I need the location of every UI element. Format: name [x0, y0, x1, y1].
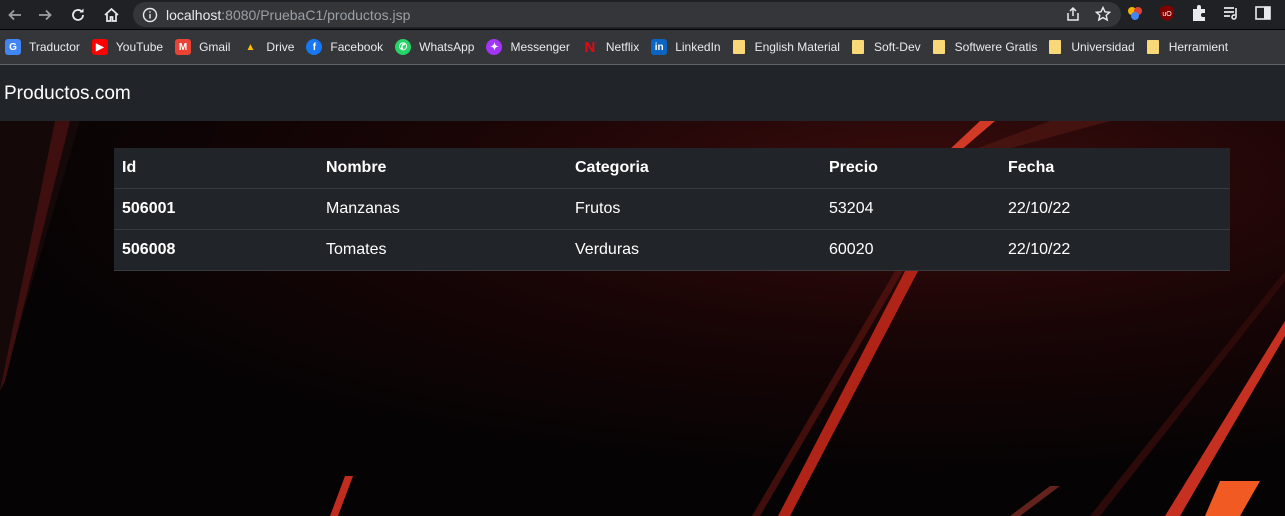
table-row: 506001 Manzanas Frutos 53204 22/10/22: [114, 188, 1230, 230]
bookmark-label: Herramient: [1168, 40, 1229, 54]
header-fecha: Fecha: [1000, 148, 1230, 189]
bookmark-youtube[interactable]: ▶ YouTube: [87, 35, 170, 59]
bookmark-label: Messenger: [510, 40, 570, 54]
url-text[interactable]: localhost:8080/PruebaC1/productos.jsp: [166, 7, 410, 23]
header-precio: Precio: [821, 148, 1000, 189]
gmail-icon: M: [175, 39, 192, 55]
google-translate-icon: G: [5, 39, 21, 55]
browser-toolbar: localhost:8080/PruebaC1/productos.jsp uO: [0, 0, 1285, 29]
colorful-extension-icon[interactable]: [1126, 4, 1144, 22]
cell-categoria: Verduras: [567, 229, 821, 271]
bookmark-label: English Material: [754, 40, 840, 54]
folder-icon: [1049, 40, 1062, 54]
bookmark-gmail[interactable]: M Gmail: [170, 35, 237, 59]
arrow-right-icon: [39, 9, 52, 20]
cell-nombre: Tomates: [318, 229, 567, 271]
back-button[interactable]: [0, 0, 30, 29]
ublock-icon[interactable]: uO: [1158, 4, 1176, 22]
bookmark-herramient[interactable]: Herramient: [1142, 35, 1235, 59]
info-icon[interactable]: [142, 7, 158, 23]
bookmark-traductor[interactable]: G Traductor: [0, 35, 87, 59]
bookmark-label: Universidad: [1071, 40, 1135, 54]
bookmark-messenger[interactable]: ✦ Messenger: [481, 35, 576, 59]
bookmark-universidad[interactable]: Universidad: [1044, 35, 1141, 59]
youtube-icon: ▶: [91, 39, 108, 55]
table-header-row: Id Nombre Categoria Precio Fecha: [114, 148, 1230, 189]
cell-categoria: Frutos: [567, 188, 821, 230]
puzzle-icon[interactable]: [1190, 4, 1208, 22]
star-icon[interactable]: [1095, 6, 1111, 22]
bookmark-label: Netflix: [605, 40, 640, 54]
side-panel-icon[interactable]: [1254, 4, 1272, 22]
extensions-area: uO: [1126, 4, 1272, 22]
cell-nombre: Manzanas: [318, 188, 567, 230]
whatsapp-icon: ✆: [395, 39, 412, 55]
bookmark-label: Soft-Dev: [873, 40, 921, 54]
header-id: Id: [114, 148, 318, 189]
bookmarks-bar: G Traductor ▶ YouTube M Gmail ▲ Drive f Facebook ✆…: [0, 30, 1285, 65]
cell-fecha: 22/10/22: [1000, 229, 1230, 271]
header-categoria: Categoria: [567, 148, 821, 189]
bookmark-drive[interactable]: ▲ Drive: [237, 35, 301, 59]
url-host: localhost: [166, 6, 222, 23]
reading-list-icon[interactable]: [1222, 4, 1240, 22]
table-row: 506008 Tomates Verduras 60020 22/10/22: [114, 229, 1230, 271]
messenger-icon: ✦: [486, 39, 503, 55]
linkedin-icon: in: [651, 39, 668, 55]
bookmark-soft-dev[interactable]: Soft-Dev: [847, 35, 928, 59]
bookmark-label: Gmail: [199, 40, 231, 54]
bookmark-label: LinkedIn: [675, 40, 721, 54]
bookmark-label: Traductor: [29, 40, 80, 54]
folder-icon: [732, 40, 745, 54]
svg-text:uO: uO: [1162, 11, 1172, 18]
facebook-icon: f: [306, 39, 323, 55]
navbar: Productos.com: [0, 65, 1285, 121]
navbar-brand[interactable]: Productos.com: [4, 83, 131, 105]
cell-precio: 60020: [821, 229, 1000, 271]
bookmark-label: Facebook: [330, 40, 384, 54]
bookmark-label: WhatsApp: [419, 40, 475, 54]
url-path: :8080/PruebaC1/productos.jsp: [221, 6, 411, 23]
folder-icon: [851, 40, 864, 54]
bookmark-whatsapp[interactable]: ✆ WhatsApp: [390, 35, 481, 59]
omnibox-actions: [1065, 6, 1111, 22]
drive-icon: ▲: [245, 41, 256, 53]
products-table: Id Nombre Categoria Precio Fecha 506001 …: [114, 148, 1230, 271]
home-icon: [103, 7, 119, 22]
bookmark-netflix[interactable]: N Netflix: [577, 35, 646, 59]
header-nombre: Nombre: [318, 148, 567, 189]
reload-icon: [72, 8, 84, 21]
bookmark-label: YouTube: [115, 40, 164, 54]
cell-fecha: 22/10/22: [1000, 188, 1230, 230]
share-icon[interactable]: [1065, 6, 1081, 22]
home-button[interactable]: [96, 0, 126, 29]
folder-icon: [1146, 40, 1159, 54]
netflix-icon: N: [584, 38, 596, 56]
bookmark-label: Drive: [266, 40, 295, 54]
bookmark-facebook[interactable]: f Facebook: [301, 35, 390, 59]
folder-icon: [932, 40, 945, 54]
cell-precio: 53204: [821, 188, 1000, 230]
cell-id: 506001: [114, 188, 318, 230]
bookmark-linkedin[interactable]: in LinkedIn: [646, 35, 727, 59]
bookmark-softwere-gratis[interactable]: Softwere Gratis: [928, 35, 1045, 59]
bookmark-english-material[interactable]: English Material: [728, 35, 847, 59]
arrow-left-icon: [8, 9, 21, 20]
bookmark-label: Softwere Gratis: [954, 40, 1038, 54]
cell-id: 506008: [114, 229, 318, 271]
address-bar[interactable]: localhost:8080/PruebaC1/productos.jsp: [133, 2, 1121, 27]
reload-button[interactable]: [63, 0, 93, 29]
forward-button[interactable]: [30, 0, 60, 29]
